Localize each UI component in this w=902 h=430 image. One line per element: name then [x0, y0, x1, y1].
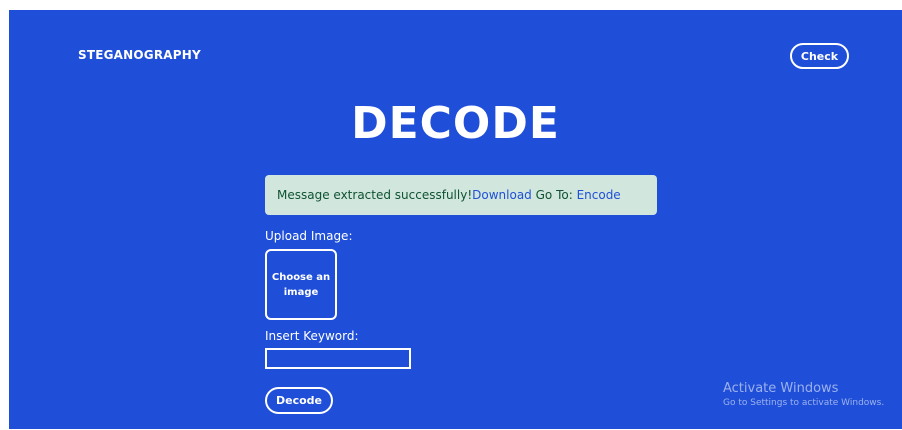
alert-message: Message extracted successfully! [277, 188, 473, 202]
choose-image-button[interactable]: Choose an image [265, 249, 337, 320]
alert-goto-text: Go To: [531, 188, 577, 202]
upload-image-label: Upload Image: [265, 229, 353, 243]
activate-windows-watermark: Activate Windows Go to Settings to activ… [723, 381, 884, 408]
page-container: STEGANOGRAPHY Check DECODE Message extra… [9, 10, 902, 429]
brand-logo[interactable]: STEGANOGRAPHY [78, 48, 201, 62]
watermark-title: Activate Windows [723, 381, 839, 396]
download-link[interactable]: Download [472, 188, 532, 202]
keyword-label: Insert Keyword: [265, 329, 359, 343]
keyword-input[interactable] [265, 348, 411, 369]
encode-link[interactable]: Encode [577, 188, 621, 202]
page-title: DECODE [351, 98, 560, 149]
watermark-subtitle: Go to Settings to activate Windows. [723, 398, 885, 408]
check-button[interactable]: Check [790, 43, 849, 69]
success-alert: Message extracted successfully! Download… [265, 175, 657, 215]
decode-button[interactable]: Decode [265, 387, 333, 414]
